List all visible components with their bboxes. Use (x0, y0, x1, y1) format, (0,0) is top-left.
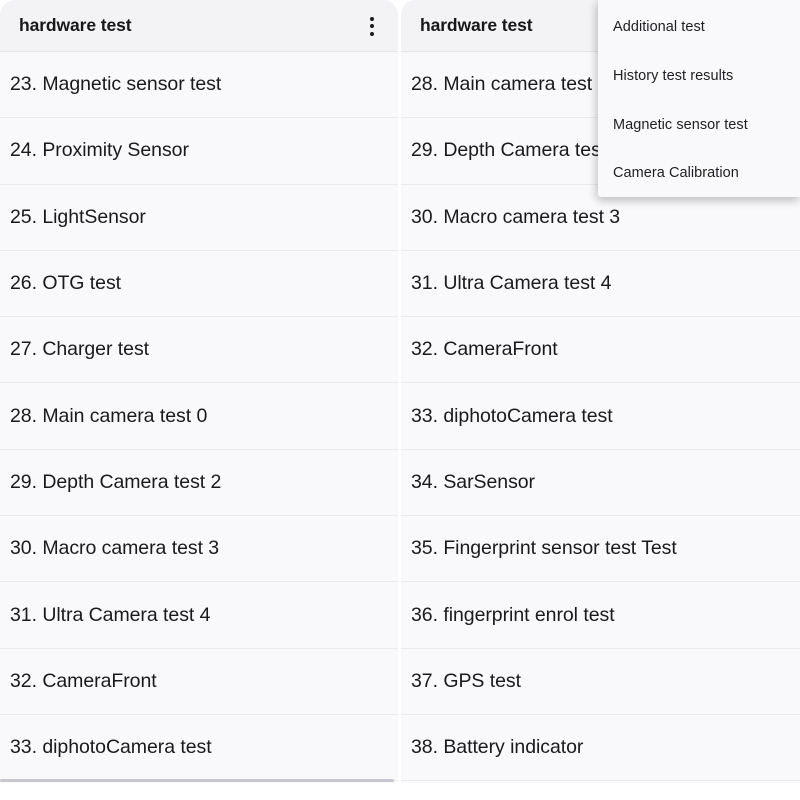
list-item-label: 33. diphotoCamera test (10, 736, 212, 759)
list-item[interactable]: 33. diphotoCamera test (401, 383, 800, 450)
left-test-list: 23. Magnetic sensor test 24. Proximity S… (0, 52, 398, 782)
list-item[interactable]: 26. OTG test (0, 250, 398, 318)
list-item-label: 30. Macro camera test 3 (411, 205, 621, 228)
list-item-label: 31. Ultra Camera test 4 (10, 603, 211, 626)
list-item[interactable]: 35. Fingerprint sensor test Test (401, 516, 800, 583)
list-item-label: 23. Magnetic sensor test (10, 73, 222, 96)
list-item[interactable]: 30. Macro camera test 3 (0, 516, 398, 583)
list-item[interactable]: 24. Proximity Sensor (0, 118, 398, 185)
menu-item-label: Camera Calibration (613, 164, 739, 181)
list-item-label: 34. SarSensor (411, 470, 536, 493)
list-item[interactable]: 34. SarSensor (401, 449, 800, 517)
list-item-label: 37. GPS test (411, 669, 521, 692)
list-item-label: 29. Depth Camera test 2 (10, 470, 222, 493)
menu-item-history-test-results[interactable]: History test results (598, 51, 800, 100)
left-appbar-title: hardware test (19, 15, 132, 35)
overflow-popup-menu: Additional test History test results Mag… (598, 0, 800, 197)
left-appbar: hardware test (0, 0, 398, 52)
list-item-label: 31. Ultra Camera test 4 (411, 272, 612, 295)
list-item-label: 36. fingerprint enrol test (411, 603, 615, 626)
list-item-label: 32. CameraFront (411, 338, 558, 361)
list-item[interactable]: 37. GPS test (401, 648, 800, 715)
menu-item-label: Additional test (613, 18, 705, 35)
list-item[interactable]: 36. fingerprint enrol test (401, 582, 800, 649)
list-item[interactable]: 38. Battery indicator (401, 714, 800, 782)
horizontal-scrollbar-thumb[interactable] (0, 779, 394, 782)
list-item[interactable]: 32. CameraFront (401, 317, 800, 384)
list-item-label: 35. Fingerprint sensor test Test (411, 537, 677, 560)
list-item-label: 33. diphotoCamera test (411, 404, 613, 427)
right-appbar-title: hardware test (420, 15, 533, 35)
list-item[interactable]: 29. Depth Camera test 2 (0, 449, 398, 517)
list-item[interactable]: 31. Ultra Camera test 4 (401, 250, 800, 318)
list-item[interactable]: 27. Charger test (0, 317, 398, 384)
list-item-label: 30. Macro camera test 3 (10, 537, 220, 560)
more-dot-2 (370, 24, 374, 28)
screen-root: hardware test 23. Magnetic sensor test 2… (0, 0, 800, 800)
more-vertical-icon[interactable] (356, 10, 388, 42)
list-item[interactable]: 33. diphotoCamera test (0, 714, 398, 782)
list-item-label: 24. Proximity Sensor (10, 139, 189, 162)
list-item-label: 28. Main camera test 0 (411, 73, 609, 96)
left-screenshot-panel: hardware test 23. Magnetic sensor test 2… (0, 0, 398, 783)
list-item-label: 32. CameraFront (10, 669, 157, 692)
list-item-label: 28. Main camera test 0 (10, 404, 208, 427)
list-item[interactable]: 28. Main camera test 0 (0, 383, 398, 450)
list-item-label: 26. OTG test (10, 272, 122, 295)
list-item-label: 29. Depth Camera test 2 (411, 139, 623, 162)
menu-item-magnetic-sensor-test[interactable]: Magnetic sensor test (598, 100, 800, 149)
more-dot-3 (370, 31, 374, 36)
list-item[interactable]: 25. LightSensor (0, 184, 398, 251)
menu-item-label: History test results (613, 67, 734, 84)
list-item[interactable]: 31. Ultra Camera test 4 (0, 582, 398, 649)
menu-item-label: Magnetic sensor test (613, 116, 748, 133)
menu-item-camera-calibration[interactable]: Camera Calibration (598, 148, 800, 197)
list-item[interactable]: 32. CameraFront (0, 648, 398, 715)
list-item-label: 25. LightSensor (10, 205, 146, 228)
menu-item-additional-test[interactable]: Additional test (598, 2, 800, 51)
list-item-label: 27. Charger test (10, 338, 150, 361)
horizontal-scrollbar[interactable] (0, 778, 398, 783)
more-dot-1 (370, 16, 374, 21)
list-item-label: 38. Battery indicator (411, 736, 584, 759)
list-item[interactable]: 23. Magnetic sensor test (0, 52, 398, 119)
